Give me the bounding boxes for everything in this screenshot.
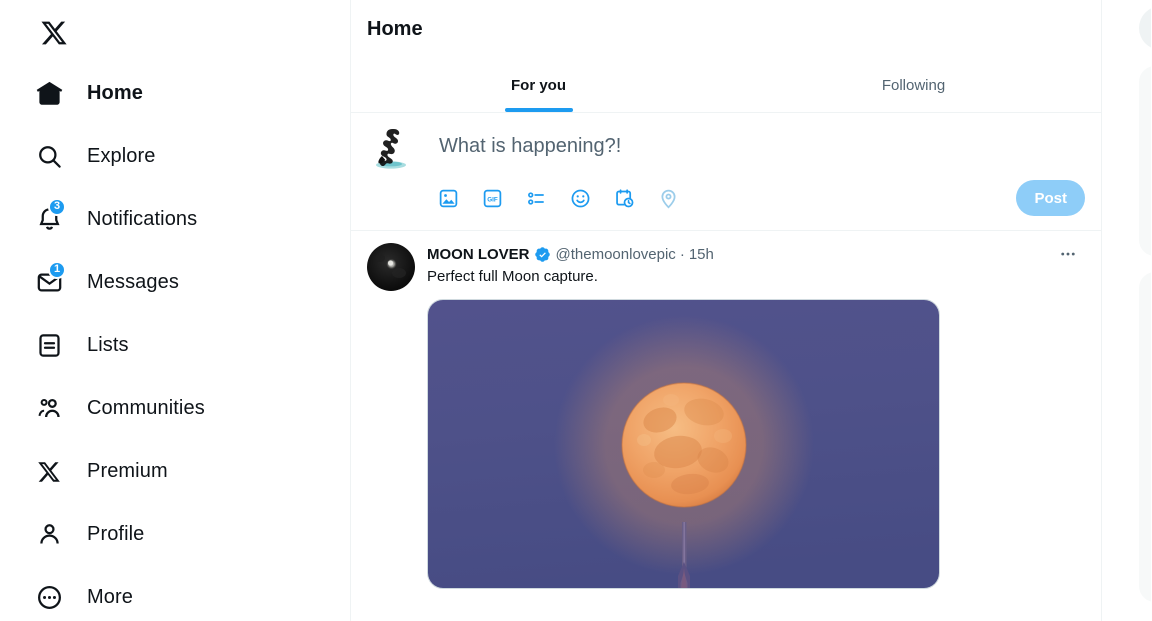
search-box-placeholder[interactable] bbox=[1139, 6, 1151, 50]
search-icon bbox=[30, 138, 68, 176]
verified-badge-icon bbox=[534, 246, 551, 263]
schedule-button[interactable] bbox=[607, 181, 641, 215]
location-pin-icon bbox=[660, 189, 676, 208]
post-button[interactable]: Post bbox=[1016, 180, 1085, 216]
post-timestamp[interactable]: 15h bbox=[689, 246, 714, 263]
sidebar-item-label: Explore bbox=[87, 145, 156, 167]
post-display-name[interactable]: MOON LOVER bbox=[427, 246, 530, 263]
sidebar-item-label: Profile bbox=[87, 523, 145, 545]
post-handle[interactable]: @themoonlovepic bbox=[556, 246, 676, 263]
sidebar-item-label: Communities bbox=[87, 397, 205, 419]
right-sidebar bbox=[1102, 0, 1151, 621]
composer-right: What is happening?! GIF Post bbox=[415, 123, 1085, 226]
sidebar-item-premium[interactable]: Premium bbox=[18, 440, 293, 503]
sidebar-item-label: Home bbox=[87, 82, 143, 104]
x-app-root: Home Explore 3 Notifications 1 Messages bbox=[0, 0, 1152, 621]
bell-icon: 3 bbox=[30, 197, 68, 239]
schedule-icon bbox=[615, 188, 633, 207]
sidebar-item-more[interactable]: More bbox=[18, 566, 293, 621]
tab-following[interactable]: Following bbox=[726, 59, 1101, 112]
person-icon bbox=[30, 516, 68, 554]
poll-button[interactable] bbox=[519, 181, 553, 215]
composer-avatar[interactable] bbox=[367, 123, 415, 171]
post-separator: · bbox=[679, 245, 685, 263]
envelope-icon: 1 bbox=[30, 260, 68, 302]
main-column: Home For you Following What is happening… bbox=[350, 0, 1102, 621]
more-horizontal-icon bbox=[1061, 252, 1075, 256]
page-title: Home bbox=[367, 18, 423, 40]
post-media-image[interactable] bbox=[427, 299, 940, 589]
sidebar-item-label: Premium bbox=[87, 460, 168, 482]
tab-label: Following bbox=[881, 77, 946, 94]
sidebar-item-label: Messages bbox=[87, 271, 179, 293]
emoji-button[interactable] bbox=[563, 181, 597, 215]
right-panel-card-2[interactable] bbox=[1139, 272, 1151, 602]
gif-button[interactable]: GIF bbox=[475, 181, 509, 215]
composer-placeholder[interactable]: What is happening?! bbox=[427, 123, 1085, 180]
x-logo-icon bbox=[30, 453, 68, 491]
sidebar-item-communities[interactable]: Communities bbox=[18, 377, 293, 440]
post-text: Perfect full Moon capture. bbox=[427, 268, 598, 285]
message-badge: 1 bbox=[48, 260, 67, 279]
logo-row bbox=[18, 4, 350, 62]
post-body: MOON LOVER @themoonlovepic · 15h Perfect… bbox=[415, 243, 1085, 589]
timeline-tabs: For you Following bbox=[351, 59, 1101, 113]
dancer-silhouette-avatar-icon bbox=[367, 123, 415, 171]
sidebar-item-messages[interactable]: 1 Messages bbox=[18, 251, 293, 314]
timeline-header: Home bbox=[351, 0, 1101, 59]
composer-actions: GIF Post bbox=[427, 180, 1085, 226]
media-image-icon bbox=[439, 189, 457, 207]
timeline-post[interactable]: MOON LOVER @themoonlovepic · 15h Perfect… bbox=[351, 231, 1101, 589]
list-icon bbox=[30, 327, 68, 365]
sidebar-item-label: More bbox=[87, 586, 133, 608]
tab-for-you[interactable]: For you bbox=[351, 59, 726, 112]
home-icon bbox=[30, 75, 68, 113]
tab-active-indicator bbox=[504, 108, 573, 112]
people-icon bbox=[30, 390, 68, 428]
post-headline: MOON LOVER @themoonlovepic · 15h bbox=[427, 243, 1085, 265]
more-circle-icon bbox=[30, 579, 68, 617]
x-logo-button[interactable] bbox=[30, 9, 78, 57]
right-panel-card-1[interactable] bbox=[1139, 66, 1151, 256]
svg-text:GIF: GIF bbox=[487, 196, 498, 203]
full-moon-over-tower-photo-icon bbox=[428, 300, 939, 588]
x-logo-icon bbox=[41, 21, 67, 45]
poll-icon bbox=[527, 191, 544, 205]
post-author-avatar[interactable] bbox=[367, 243, 415, 291]
tab-label: For you bbox=[511, 77, 566, 94]
location-button[interactable] bbox=[651, 181, 685, 215]
primary-sidebar: Home Explore 3 Notifications 1 Messages bbox=[0, 0, 350, 621]
post-composer: What is happening?! GIF Post bbox=[351, 113, 1101, 231]
sidebar-item-label: Notifications bbox=[87, 208, 198, 230]
notification-badge: 3 bbox=[48, 197, 67, 216]
sidebar-item-label: Lists bbox=[87, 334, 129, 356]
media-image-button[interactable] bbox=[431, 181, 465, 215]
sidebar-item-profile[interactable]: Profile bbox=[18, 503, 293, 566]
sidebar-item-notifications[interactable]: 3 Notifications bbox=[18, 188, 293, 251]
gif-icon: GIF bbox=[483, 189, 501, 207]
sidebar-item-explore[interactable]: Explore bbox=[18, 125, 293, 188]
sidebar-item-lists[interactable]: Lists bbox=[18, 314, 293, 377]
sidebar-item-home[interactable]: Home bbox=[18, 62, 293, 125]
composer-icon-row: GIF bbox=[427, 181, 685, 215]
moon-photo-avatar-icon bbox=[367, 243, 415, 291]
post-more-button[interactable] bbox=[1051, 237, 1085, 271]
emoji-icon bbox=[571, 189, 589, 207]
